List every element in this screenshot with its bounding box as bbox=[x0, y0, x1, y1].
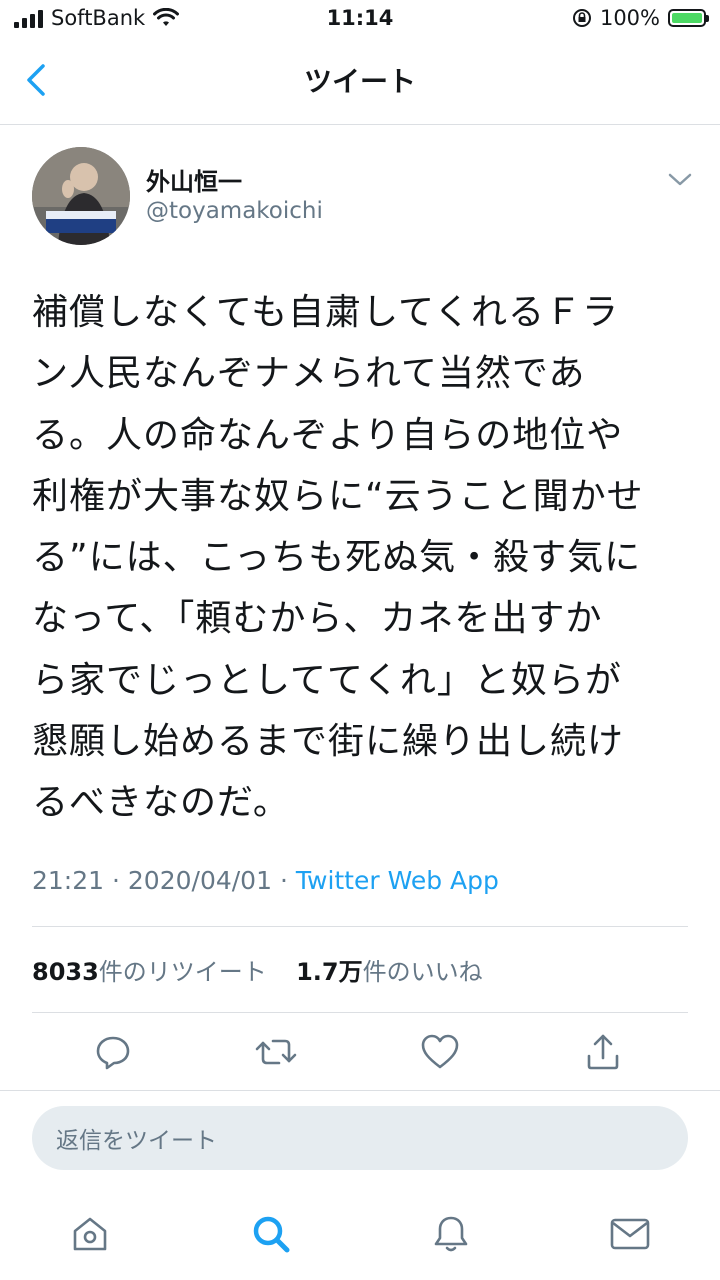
divider bbox=[32, 926, 688, 927]
chevron-down-icon bbox=[668, 173, 692, 186]
tweet-source-link[interactable]: Twitter Web App bbox=[296, 866, 499, 895]
avatar-image bbox=[32, 147, 130, 245]
tweet-actions bbox=[0, 1028, 720, 1078]
divider bbox=[32, 1012, 688, 1013]
tweet-line: るべきなのだ。 bbox=[32, 782, 290, 824]
retweet-icon bbox=[255, 1039, 297, 1065]
tweet-line: る。人の命なんぞより自らの地位や bbox=[32, 414, 624, 456]
notifications-icon bbox=[434, 1216, 468, 1252]
battery-icon bbox=[668, 9, 709, 27]
tweet-line: なって、「頼むから、カネを出すか bbox=[32, 598, 603, 640]
tweet-text: 補償しなくても自粛してくれるＦラ ン人民なんぞナメられて当然であ る。人の命なん… bbox=[32, 282, 692, 834]
share-icon bbox=[587, 1034, 619, 1070]
reply-input[interactable]: 返信をツイート bbox=[32, 1106, 688, 1170]
orientation-lock-icon bbox=[572, 9, 591, 27]
reply-icon bbox=[96, 1036, 130, 1070]
tweet-meta: 21:21 · 2020/04/01 · Twitter Web App bbox=[32, 866, 499, 895]
meta-separator: · bbox=[112, 866, 128, 895]
tab-search[interactable] bbox=[245, 1208, 297, 1260]
page-title: ツイート bbox=[303, 65, 416, 98]
reply-button[interactable] bbox=[89, 1028, 137, 1076]
battery-percent: 100% bbox=[599, 6, 660, 30]
tweet-line: 補償しなくても自粛してくれるＦラ bbox=[32, 292, 619, 333]
tweet-line: ン人民なんぞナメられて当然であ bbox=[32, 353, 586, 395]
author-name[interactable]: 外山恒一 bbox=[146, 162, 242, 197]
like-count: 1.7万 bbox=[296, 958, 363, 986]
retweets-stat[interactable]: 8033件のリツイート bbox=[32, 958, 267, 986]
heart-icon bbox=[421, 1034, 459, 1069]
status-bar: SoftBank 11:14 100% bbox=[0, 0, 720, 40]
tweet-stats: 8033件のリツイート 1.7万件のいいね bbox=[32, 952, 483, 987]
more-options-button[interactable] bbox=[664, 170, 696, 190]
tweet-line: 利権が大事な奴らに“云うこと聞かせ bbox=[32, 475, 644, 517]
retweet-count: 8033 bbox=[32, 958, 99, 986]
tweet-time: 21:21 bbox=[32, 866, 105, 895]
like-button[interactable] bbox=[416, 1028, 464, 1076]
search-icon bbox=[253, 1216, 290, 1253]
likes-stat[interactable]: 1.7万件のいいね bbox=[296, 958, 483, 986]
like-label: 件のいいね bbox=[362, 958, 483, 986]
meta-separator: · bbox=[279, 866, 296, 895]
author-handle[interactable]: @toyamakoichi bbox=[146, 198, 323, 224]
tab-notifications[interactable] bbox=[425, 1208, 477, 1260]
tweet-date: 2020/04/01 bbox=[127, 866, 272, 895]
nav-header: ツイート bbox=[0, 40, 720, 125]
home-icon bbox=[73, 1217, 107, 1251]
tweet-line: る”には、こっちも死ぬ気・殺す気に bbox=[32, 537, 642, 579]
status-right: 100% bbox=[572, 6, 709, 30]
tab-messages[interactable] bbox=[604, 1208, 656, 1260]
tweet-line: 懇願し始めるまで街に繰り出し続け bbox=[32, 721, 625, 763]
tab-home[interactable] bbox=[64, 1208, 116, 1260]
tab-bar bbox=[0, 1196, 720, 1280]
avatar[interactable] bbox=[32, 147, 130, 245]
share-button[interactable] bbox=[579, 1028, 627, 1076]
retweet-button[interactable] bbox=[252, 1028, 300, 1076]
messages-icon bbox=[610, 1218, 650, 1250]
retweet-label: 件のリツイート bbox=[98, 958, 267, 986]
tweet-line: ら家でじっとしててくれ」と奴らが bbox=[32, 659, 622, 701]
